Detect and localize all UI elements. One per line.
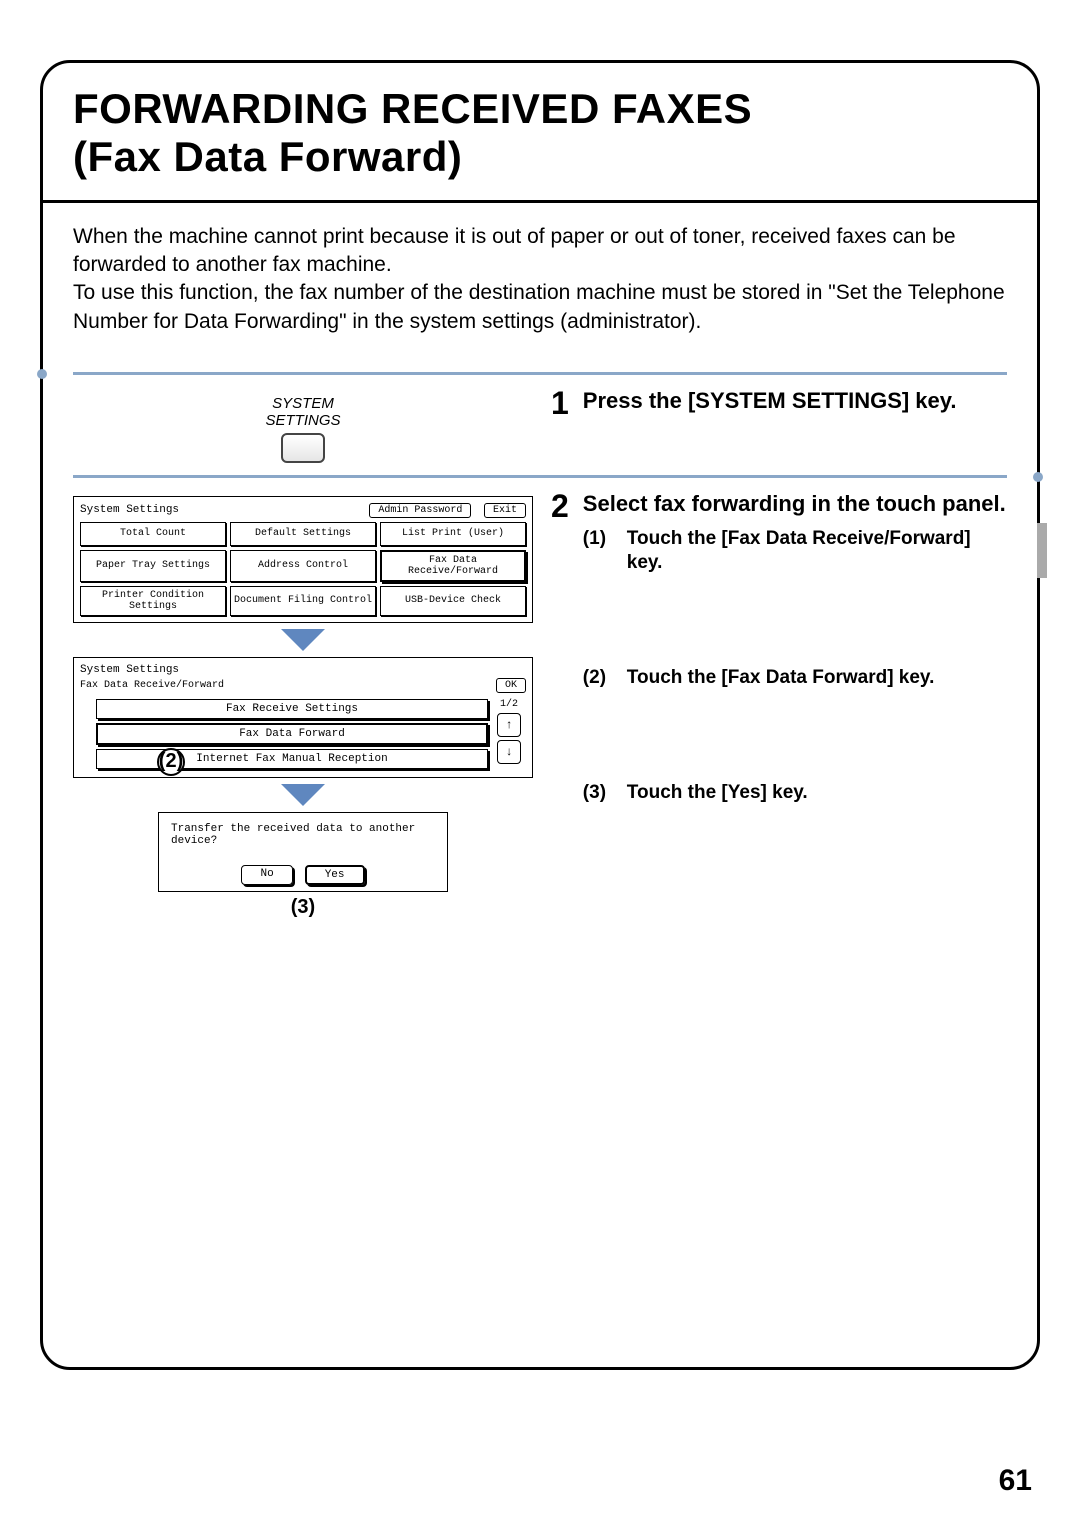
substep-2-text: Touch the [Fax Data Forward] key. — [627, 666, 935, 691]
substep-3: (3) Touch the [Yes] key. — [583, 781, 1007, 806]
substep-3-text: Touch the [Yes] key. — [627, 781, 808, 806]
section-tab — [1037, 523, 1047, 578]
step-row-1: SYSTEM SETTINGS 1 Press the [SYSTEM SETT… — [73, 372, 1007, 463]
touch-panel-system-settings: System Settings Admin Password Exit Tota… — [73, 496, 533, 623]
intro-text-1: When the machine cannot print because it… — [73, 223, 1007, 280]
key-label-line1: SYSTEM — [272, 395, 334, 412]
item-internet-fax-manual-reception[interactable]: Internet Fax Manual Reception (2) — [96, 749, 488, 769]
btn-address-control[interactable]: Address Control — [230, 550, 376, 582]
step1-number: 1 — [551, 387, 569, 419]
btn-fax-data-receive-forward[interactable]: Fax Data Receive/Forward — [380, 550, 526, 582]
step2-illustrations: System Settings Admin Password Exit Tota… — [73, 490, 533, 995]
touch-panel-fax-data-receive-forward: System Settings Fax Data Receive/Forward… — [73, 657, 533, 778]
step1-text: 1 Press the [SYSTEM SETTINGS] key. — [533, 387, 1007, 463]
intro-text-2: To use this function, the fax number of … — [73, 279, 1007, 336]
system-settings-key-illustration: SYSTEM SETTINGS — [73, 395, 533, 463]
step1-title: Press the [SYSTEM SETTINGS] key. — [583, 387, 1007, 416]
step1-illustration: SYSTEM SETTINGS — [73, 387, 533, 463]
btn-total-count[interactable]: Total Count — [80, 522, 226, 546]
step2-text: 2 Select fax forwarding in the touch pan… — [533, 490, 1007, 995]
panel2-list-area: Fax Receive Settings Fax Data Forward In… — [80, 697, 526, 771]
step2-number: 2 — [551, 490, 569, 522]
page-down-button[interactable]: ↓ — [497, 740, 521, 764]
page-title: FORWARDING RECEIVED FAXES (Fax Data Forw… — [73, 85, 1007, 182]
callout-2: (2) — [157, 748, 185, 776]
page-up-button[interactable]: ↑ — [497, 713, 521, 737]
panel1-grid: Total Count Default Settings List Print … — [80, 522, 526, 616]
step2-substeps: (1) Touch the [Fax Data Receive/Forward]… — [583, 527, 1007, 806]
title-box: FORWARDING RECEIVED FAXES (Fax Data Forw… — [43, 63, 1037, 203]
btn-printer-condition-settings[interactable]: Printer Condition Settings — [80, 586, 226, 616]
touch-panel-confirm-dialog: Transfer the received data to another de… — [158, 812, 448, 892]
arrow-down-icon — [281, 784, 325, 806]
panel1-header-title: System Settings — [80, 504, 179, 516]
no-button[interactable]: No — [241, 865, 292, 885]
substep-2-num: (2) — [583, 666, 617, 691]
btn-default-settings[interactable]: Default Settings — [230, 522, 376, 546]
panel1-header: System Settings Admin Password Exit — [80, 503, 526, 518]
divider-dot — [37, 369, 47, 379]
key-label-line2: SETTINGS — [265, 412, 340, 429]
step2-title: Select fax forwarding in the touch panel… — [583, 490, 1007, 519]
btn-document-filing-control[interactable]: Document Filing Control — [230, 586, 376, 616]
key-label: SYSTEM SETTINGS — [73, 395, 533, 429]
callout-3: (3) — [73, 896, 533, 919]
page-frame: FORWARDING RECEIVED FAXES (Fax Data Forw… — [40, 60, 1040, 1370]
page-indicator: 1/2 — [500, 699, 518, 710]
content-area: SYSTEM SETTINGS 1 Press the [SYSTEM SETT… — [43, 350, 1037, 995]
substep-1-text: Touch the [Fax Data Receive/Forward] key… — [627, 527, 1007, 576]
intro-paragraph: When the machine cannot print because it… — [43, 203, 1037, 350]
exit-button[interactable]: Exit — [484, 503, 526, 518]
panel2-breadcrumb-row: Fax Data Receive/Forward OK — [80, 676, 526, 697]
admin-password-button[interactable]: Admin Password — [369, 503, 471, 518]
panel2-header-title: System Settings — [80, 664, 526, 676]
panel2-list: Fax Receive Settings Fax Data Forward In… — [96, 699, 488, 769]
step-row-2: System Settings Admin Password Exit Tota… — [73, 475, 1007, 995]
btn-usb-device-check[interactable]: USB-Device Check — [380, 586, 526, 616]
confirm-choices: No Yes — [171, 865, 435, 885]
substep-1-num: (1) — [583, 527, 617, 576]
yes-button[interactable]: Yes — [305, 865, 365, 885]
item-fax-receive-settings[interactable]: Fax Receive Settings — [96, 699, 488, 719]
divider-dot — [1033, 472, 1043, 482]
confirm-prompt: Transfer the received data to another de… — [171, 823, 435, 847]
btn-paper-tray-settings[interactable]: Paper Tray Settings — [80, 550, 226, 582]
item-ifax-text: Internet Fax Manual Reception — [196, 753, 387, 765]
arrow-down-icon — [281, 629, 325, 651]
substep-2: (2) Touch the [Fax Data Forward] key. — [583, 666, 1007, 691]
title-line-1: FORWARDING RECEIVED FAXES — [73, 85, 752, 132]
physical-key-icon — [281, 433, 325, 463]
page-number: 61 — [999, 1464, 1032, 1498]
btn-list-print-user[interactable]: List Print (User) — [380, 522, 526, 546]
panel2-pager: 1/2 ↑ ↓ — [494, 699, 524, 769]
substep-3-num: (3) — [583, 781, 617, 806]
title-line-2: (Fax Data Forward) — [73, 133, 462, 180]
item-fax-data-forward[interactable]: Fax Data Forward — [96, 723, 488, 745]
substep-1: (1) Touch the [Fax Data Receive/Forward]… — [583, 527, 1007, 576]
panel2-breadcrumb: Fax Data Receive/Forward — [80, 680, 224, 691]
ok-button[interactable]: OK — [496, 678, 526, 693]
